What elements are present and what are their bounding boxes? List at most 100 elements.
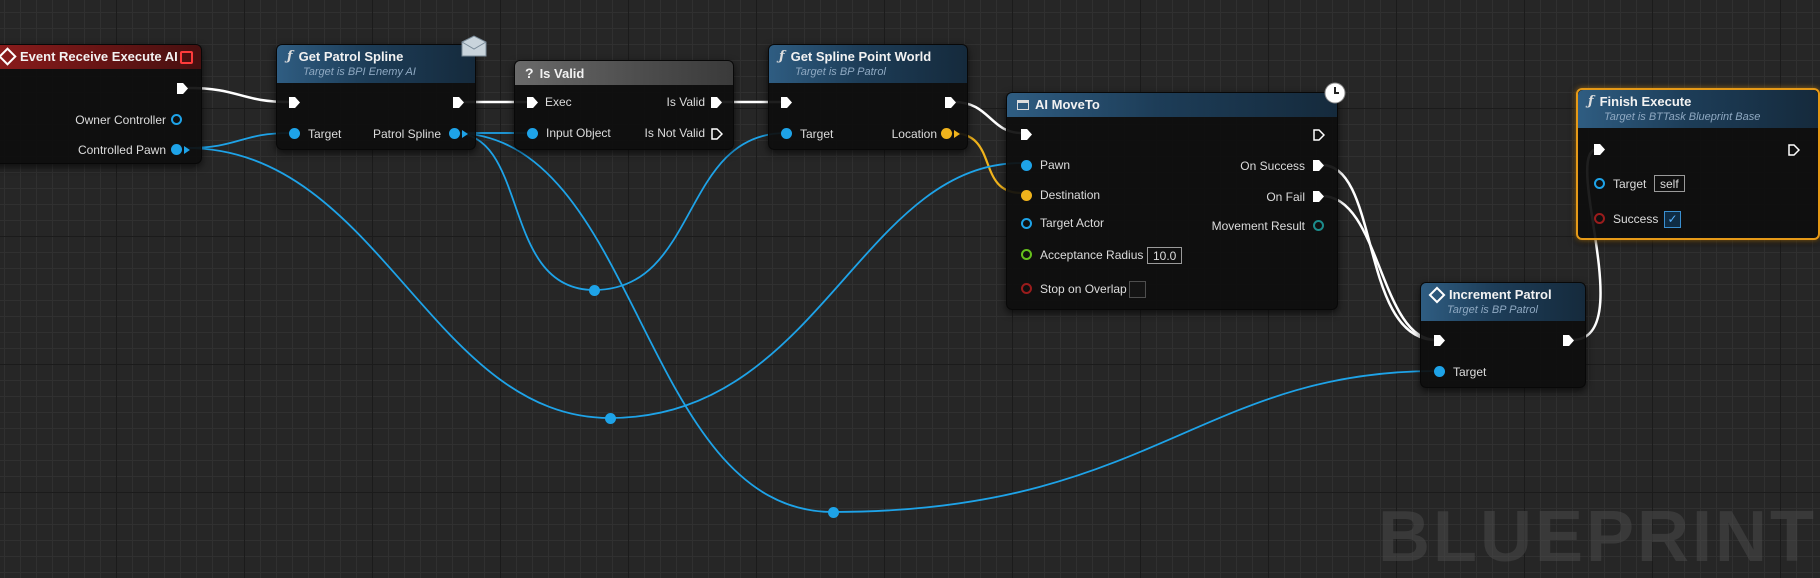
node-header: Increment Patrol Target is BP Patrol: [1421, 283, 1585, 321]
stop-on-overlap-checkbox[interactable]: [1129, 281, 1146, 298]
on-fail-exec-pin[interactable]: [1313, 191, 1324, 202]
increment-patrol-node[interactable]: Increment Patrol Target is BP Patrol Tar…: [1420, 282, 1586, 388]
target-actor-label: Target Actor: [1040, 216, 1105, 230]
patrol-spline-arrow: [462, 130, 468, 138]
node-title: Increment Patrol: [1449, 287, 1552, 302]
checkmark-icon: ✓: [1667, 212, 1678, 226]
node-header: Event Receive Execute AI: [0, 45, 201, 69]
is-valid-exec-pin[interactable]: [711, 97, 722, 108]
controlled-pawn-label: Controlled Pawn: [77, 143, 166, 157]
exec-out-pin[interactable]: [945, 97, 956, 108]
node-title: Is Valid: [539, 65, 585, 81]
target-pin[interactable]: [1594, 178, 1605, 189]
node-header: ƒ Get Patrol Spline Target is BPI Enemy …: [277, 45, 475, 83]
owner-controller-label: Owner Controller: [75, 113, 166, 127]
target-self-input[interactable]: self: [1654, 175, 1685, 192]
input-object-label: Input Object: [546, 126, 611, 140]
input-object-pin[interactable]: [527, 128, 538, 139]
movement-result-pin[interactable]: [1313, 220, 1324, 231]
pawn-pin[interactable]: [1021, 160, 1032, 171]
blueprint-watermark: BLUEPRINT: [1378, 497, 1817, 577]
reroute-node-spline-a[interactable]: [589, 285, 600, 296]
get-patrol-spline-node[interactable]: ƒ Get Patrol Spline Target is BPI Enemy …: [276, 35, 487, 150]
async-node-icon: [1017, 99, 1029, 110]
finish-execute-node[interactable]: ƒ Finish Execute Target is BTTask Bluepr…: [1576, 88, 1820, 240]
ai-moveto-node[interactable]: AI MoveTo Pawn On Success Destination On…: [1006, 82, 1346, 310]
object-wire-reroute-a-to-moveto-pawn: [609, 162, 1023, 419]
acceptance-radius-pin[interactable]: [1021, 249, 1032, 260]
node-header: ƒ Finish Execute Target is BTTask Bluepr…: [1578, 90, 1818, 128]
exec-out-pin[interactable]: [1788, 144, 1800, 156]
controlled-pawn-pin[interactable]: [171, 144, 182, 155]
location-arrow: [954, 130, 960, 138]
patrol-spline-pin[interactable]: [449, 128, 460, 139]
target-pin[interactable]: [781, 128, 792, 139]
event-diamond-icon: [0, 47, 17, 66]
exec-in-pin[interactable]: [527, 97, 538, 108]
exec-label: Exec: [545, 95, 572, 109]
success-pin[interactable]: [1594, 213, 1605, 224]
location-label: Location: [891, 127, 937, 141]
target-actor-pin[interactable]: [1021, 218, 1032, 229]
event-receive-execute-ai-node[interactable]: Event Receive Execute AI Owner Controlle…: [0, 44, 202, 164]
location-pin[interactable]: [941, 128, 952, 139]
target-label: Target: [800, 127, 834, 141]
destination-pin[interactable]: [1021, 190, 1032, 201]
exec-out-pin[interactable]: [453, 97, 464, 108]
object-wire-spline-to-reroute-b: [453, 132, 595, 291]
is-not-valid-exec-pin[interactable]: [711, 128, 723, 140]
node-subtitle: Target is BP Patrol: [1447, 304, 1538, 316]
delegate-square-icon[interactable]: [180, 51, 193, 64]
success-label: Success: [1613, 212, 1659, 226]
exec-wire-success-to-increment: [1320, 163, 1438, 342]
target-label: Target: [1453, 365, 1487, 379]
node-subtitle: Target is BPI Enemy AI: [303, 66, 416, 78]
node-title: AI MoveTo: [1035, 97, 1100, 112]
exec-wire-fail-to-increment: [1320, 194, 1438, 342]
event-diamond-icon: [1428, 286, 1446, 303]
target-pin[interactable]: [1434, 366, 1445, 377]
exec-in-pin[interactable]: [781, 97, 792, 108]
function-icon: ƒ: [1588, 94, 1594, 109]
owner-controller-pin[interactable]: [171, 114, 182, 125]
on-success-exec-pin[interactable]: [1313, 160, 1324, 171]
reroute-node-spline-b[interactable]: [828, 507, 839, 518]
node-title: Finish Execute: [1599, 94, 1692, 109]
stop-on-overlap-label: Stop on Overlap: [1040, 282, 1127, 296]
stop-on-overlap-pin[interactable]: [1021, 283, 1032, 294]
patrol-spline-label: Patrol Spline: [372, 127, 441, 141]
is-not-valid-label: Is Not Valid: [644, 126, 705, 140]
on-fail-label: On Fail: [1266, 190, 1305, 204]
destination-label: Destination: [1040, 188, 1101, 202]
success-checkbox[interactable]: ✓: [1664, 211, 1681, 228]
get-spline-point-world-node[interactable]: ƒ Get Spline Point World Target is BP Pa…: [768, 44, 968, 150]
exec-out-pin[interactable]: [177, 83, 188, 94]
object-wire-reroute-b-to-splinepoint-target: [593, 132, 787, 291]
message-envelope-icon: [461, 35, 487, 57]
exec-in-pin[interactable]: [289, 97, 300, 108]
exec-in-pin[interactable]: [1434, 335, 1445, 346]
target-label: Target: [308, 127, 342, 141]
node-title: Event Receive Execute AI: [20, 49, 178, 64]
exec-out-pin[interactable]: [1563, 335, 1574, 346]
object-wire-spline-to-reroute-c: [453, 132, 834, 513]
exec-out-pin[interactable]: [1313, 129, 1325, 141]
node-subtitle: Target is BP Patrol: [795, 66, 886, 78]
node-header: ? Is Valid: [515, 61, 733, 85]
is-valid-node[interactable]: ? Is Valid Exec Is Valid Input Object Is…: [514, 60, 734, 150]
exec-in-pin[interactable]: [1021, 129, 1032, 140]
object-wire-reroute-c-to-increment-target: [832, 370, 1437, 513]
node-header: ƒ Get Spline Point World Target is BP Pa…: [769, 45, 967, 83]
on-success-label: On Success: [1240, 159, 1305, 173]
acceptance-radius-label: Acceptance Radius: [1040, 248, 1144, 262]
controlled-pawn-arrow: [184, 146, 190, 154]
reroute-node-pawn[interactable]: [605, 413, 616, 424]
object-wire-pawn-to-reroute-a: [185, 147, 611, 419]
exec-wire-event-to-getpatrol: [186, 86, 292, 104]
acceptance-radius-input[interactable]: 10.0: [1147, 247, 1183, 264]
pawn-label: Pawn: [1040, 158, 1071, 172]
exec-in-pin[interactable]: [1594, 144, 1605, 155]
target-pin[interactable]: [289, 128, 300, 139]
function-icon: ƒ: [287, 49, 293, 64]
movement-result-label: Movement Result: [1211, 219, 1305, 233]
